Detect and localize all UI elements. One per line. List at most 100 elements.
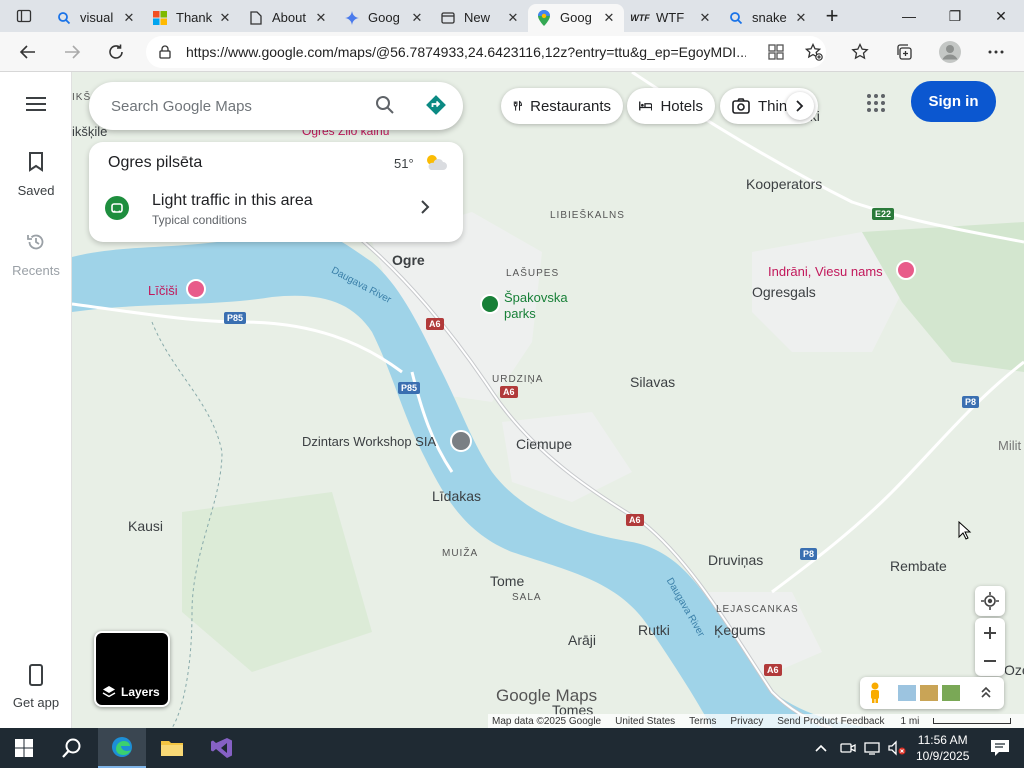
taskbar-search-button[interactable] [48,728,96,768]
place-label: SALA [512,592,542,603]
get-app-button[interactable]: Get app [0,664,72,710]
traffic-row[interactable]: Light traffic in this area Typical condi… [89,184,463,242]
network-icon[interactable] [864,740,880,756]
zoom-out-button[interactable] [983,647,997,675]
url-text[interactable]: https://www.google.com/maps/@56.7874933,… [186,44,746,60]
chips-scroll-right-button[interactable] [786,92,814,120]
imagery-thumb[interactable] [942,685,960,701]
settings-menu-button[interactable] [980,36,1012,68]
imagery-thumb[interactable] [920,685,938,701]
clock[interactable]: 11:56 AM 10/9/2025 [916,732,969,764]
restore-button[interactable]: ❐ [932,0,978,32]
tab-title: Goog [368,10,400,25]
close-icon[interactable]: ✕ [794,10,808,26]
volume-muted-icon[interactable] [888,740,906,756]
saved-button[interactable]: Saved [0,152,72,198]
place-label: Kausi [128,518,164,534]
address-bar[interactable]: https://www.google.com/maps/@56.7874933,… [146,36,826,68]
taskbar-file-explorer-button[interactable] [148,728,196,768]
close-icon[interactable]: ✕ [122,10,136,26]
browser-tab[interactable]: visual ✕ [48,4,144,32]
business-pin-icon[interactable] [450,430,472,452]
place-label[interactable]: Špakovska [504,290,568,305]
my-location-button[interactable] [975,586,1005,616]
browser-tab[interactable]: Goog ✕ [336,4,432,32]
place-label: Ciemupe [516,436,573,452]
scale-label[interactable]: 1 mi [901,716,920,727]
close-icon[interactable]: ✕ [218,10,232,26]
menu-button[interactable] [0,96,72,115]
minimize-button[interactable]: — [886,0,932,32]
area-info-card: Ogres pilsēta 51° Light traffic in this … [89,142,463,242]
chip-hotels[interactable]: Hotels [627,88,715,124]
recents-button[interactable]: Recents [0,232,72,278]
region-link[interactable]: United States [615,716,675,727]
more-horizontal-icon [988,50,1004,54]
google-apps-button[interactable] [866,93,886,118]
start-button[interactable] [0,728,48,768]
close-icon[interactable]: ✕ [698,10,712,26]
camera-icon [732,98,750,114]
place-label: LAŠUPES [506,268,560,279]
place-label[interactable]: Indrāni, Viesu nams [768,264,883,279]
browser-tab-active[interactable]: Goog ✕ [528,3,624,32]
directions-button[interactable] [425,94,447,121]
forward-button[interactable] [56,36,88,68]
profile-button[interactable] [934,36,966,68]
close-icon[interactable]: ✕ [314,10,328,26]
place-title: Ogres pilsēta [108,154,203,171]
tab-title: New [464,10,491,25]
back-button[interactable] [12,36,44,68]
terms-link[interactable]: Terms [689,716,716,727]
browser-tab[interactable]: Thank ✕ [144,4,240,32]
zoom-in-button[interactable] [983,619,997,647]
lodging-pin-icon[interactable] [896,260,916,280]
layers-button[interactable]: Layers [94,631,170,707]
sign-in-button[interactable]: Sign in [911,81,996,122]
map-data-credit: Map data ©2025 Google [492,715,602,727]
app-available-button[interactable] [760,36,792,68]
history-icon [27,234,44,250]
tab-actions-button[interactable] [0,0,48,32]
place-label[interactable]: parks [504,306,536,321]
privacy-link[interactable]: Privacy [730,716,763,727]
chevron-up-icon[interactable] [814,743,828,753]
tab-title: WTF [656,10,685,25]
refresh-icon [109,44,123,59]
favorites-button[interactable] [844,36,876,68]
browser-tab[interactable]: About ✕ [240,4,336,32]
add-favorite-button[interactable] [798,36,830,68]
browser-tab[interactable]: snake ✕ [720,4,816,32]
new-tab-button[interactable]: + [816,3,848,29]
refresh-button[interactable] [100,36,132,68]
close-icon[interactable]: ✕ [602,10,616,26]
park-pin-icon[interactable] [480,294,500,314]
road-shield: P8 [962,396,980,408]
taskbar-visual-studio-button[interactable] [198,728,246,768]
browser-tab[interactable]: WTF WTF ✕ [624,4,720,32]
browser-tab[interactable]: New ✕ [432,4,528,32]
search-button[interactable] [375,95,395,120]
meet-now-icon[interactable] [840,740,856,756]
lock-icon [159,45,171,59]
place-label[interactable]: Līčiši [148,283,178,298]
close-icon[interactable]: ✕ [506,10,520,26]
imagery-thumb[interactable] [898,685,916,701]
place-label: MUIŽA [442,548,479,559]
taskbar-edge-button[interactable] [98,728,146,768]
notifications-button[interactable] [976,728,1024,768]
chip-restaurants[interactable]: Restaurants [501,88,623,124]
expand-up-icon[interactable] [980,684,992,705]
close-window-button[interactable]: ✕ [978,0,1024,32]
place-label[interactable]: Dzintars Workshop SIA [302,434,436,449]
document-icon [248,10,264,26]
hamburger-menu-icon [26,97,46,111]
place-label: Ogre [392,252,425,268]
collections-button[interactable] [888,36,920,68]
pegman-icon[interactable] [868,682,882,709]
lodging-pin-icon[interactable] [186,279,206,299]
search-input[interactable] [111,94,361,118]
place-label: Ķegums [714,622,766,638]
close-icon[interactable]: ✕ [410,10,424,26]
feedback-link[interactable]: Send Product Feedback [777,716,884,727]
